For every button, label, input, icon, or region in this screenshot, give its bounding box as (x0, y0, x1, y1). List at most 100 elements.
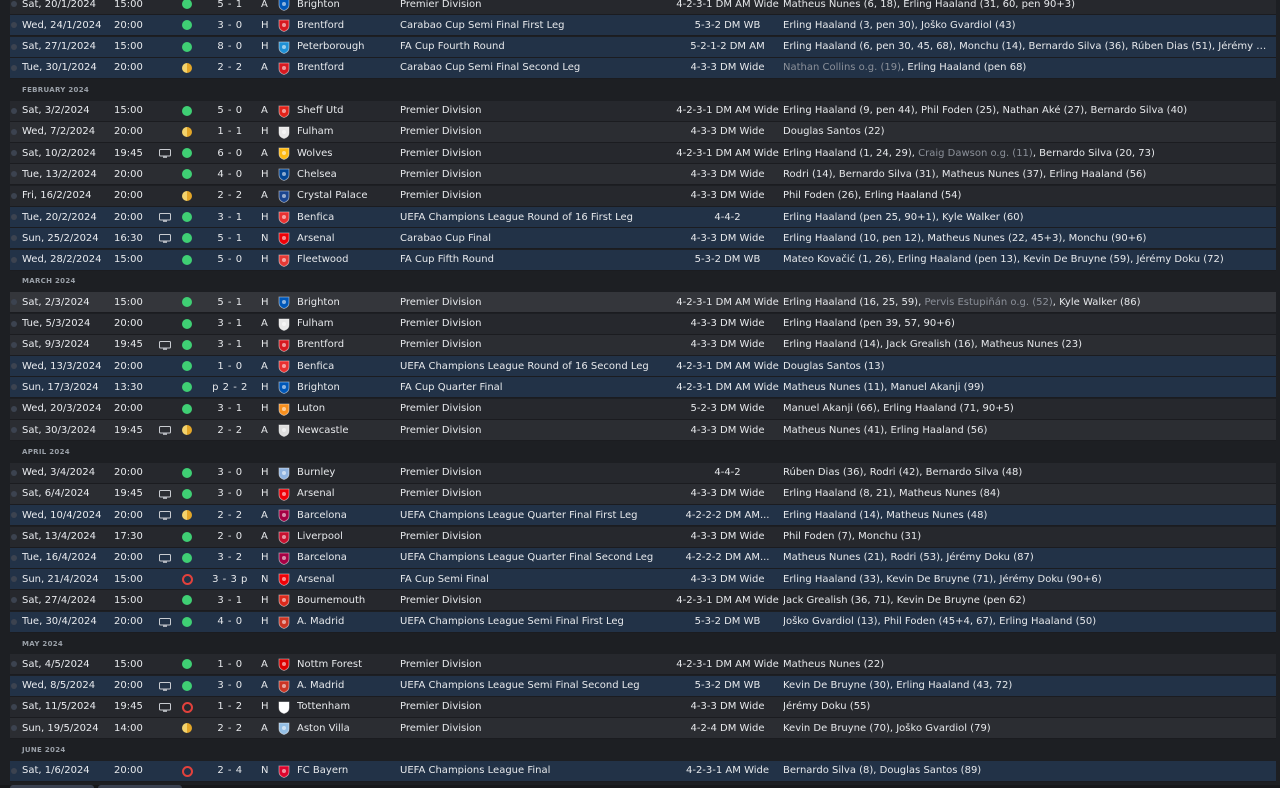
match-row[interactable]: Tue, 13/2/2024 20:00 4 - 0 H Chelsea Premier … (10, 164, 1276, 186)
row-handle-icon[interactable] (11, 363, 17, 370)
row-handle-icon[interactable] (11, 405, 17, 412)
row-handle-icon[interactable] (11, 214, 17, 220)
match-row[interactable]: Sun, 25/2/2024 16:30 5 - 1 N Arsenal Carabao … (10, 228, 1276, 250)
opponent-name[interactable]: Crystal Palace (297, 190, 397, 201)
opponent-name[interactable]: Tottenham (297, 701, 397, 712)
competition-name[interactable]: Carabao Cup Final (400, 233, 675, 244)
competition-name[interactable]: UEFA Champions League Final (400, 765, 675, 776)
row-handle-icon[interactable] (11, 64, 17, 71)
match-row[interactable]: Sat, 20/1/2024 15:00 5 - 1 A Brighton Premier… (10, 0, 1276, 15)
match-row[interactable]: Sat, 9/3/2024 19:45 3 - 1 H Brentford Premier… (10, 334, 1276, 356)
match-row[interactable]: Wed, 28/2/2024 15:00 5 - 0 H Fleetwood FA Cup… (10, 249, 1276, 271)
row-handle-icon[interactable] (11, 427, 17, 433)
opponent-name[interactable]: Fleetwood (297, 254, 397, 265)
match-row[interactable]: Sat, 2/3/2024 15:00 5 - 1 H Brighton Premier … (10, 292, 1276, 314)
competition-name[interactable]: Premier Division (400, 0, 675, 10)
row-handle-icon[interactable] (11, 661, 17, 668)
row-handle-icon[interactable] (11, 256, 17, 263)
opponent-name[interactable]: Nottm Forest (297, 659, 397, 670)
match-row[interactable]: Tue, 20/2/2024 20:00 3 - 1 H Benfica UEFA Cha… (10, 207, 1276, 228)
competition-name[interactable]: UEFA Champions League Quarter Final Firs… (400, 510, 675, 521)
match-row[interactable]: Tue, 30/4/2024 20:00 4 - 0 H A. Madrid UEFA C… (10, 611, 1276, 633)
match-row[interactable]: Wed, 24/1/2024 20:00 3 - 0 H Brentford Caraba… (10, 15, 1276, 37)
opponent-name[interactable]: A. Madrid (297, 680, 397, 691)
competition-name[interactable]: Carabao Cup Semi Final Second Leg (400, 62, 675, 73)
row-handle-icon[interactable] (11, 107, 17, 114)
row-handle-icon[interactable] (11, 171, 17, 178)
competition-name[interactable]: Premier Division (400, 403, 675, 414)
competition-name[interactable]: UEFA Champions League Round of 16 First … (400, 212, 675, 223)
row-handle-icon[interactable] (11, 43, 17, 50)
row-handle-icon[interactable] (11, 490, 17, 497)
match-row[interactable]: Wed, 8/5/2024 20:00 3 - 0 A A. Madrid UEFA Ch… (10, 675, 1276, 697)
competition-name[interactable]: UEFA Champions League Semi Final First L… (400, 616, 675, 627)
match-row[interactable]: Sat, 10/2/2024 19:45 6 - 0 A Wolves Premier D… (10, 143, 1276, 165)
opponent-name[interactable]: Brighton (297, 0, 397, 10)
opponent-name[interactable]: Barcelona (297, 510, 397, 521)
opponent-name[interactable]: Peterborough (297, 41, 397, 52)
match-row[interactable]: Sat, 27/1/2024 15:00 8 - 0 H Peterborough FA … (10, 36, 1276, 58)
opponent-name[interactable]: Liverpool (297, 531, 397, 542)
opponent-name[interactable]: FC Bayern (297, 765, 397, 776)
row-handle-icon[interactable] (11, 512, 17, 519)
competition-name[interactable]: UEFA Champions League Round of 16 Second… (400, 361, 675, 372)
competition-name[interactable]: Premier Division (400, 425, 675, 436)
match-row[interactable]: Sun, 17/3/2024 13:30 p 2 - 2 H Brighton FA Cu… (10, 377, 1276, 399)
competition-name[interactable]: Premier Division (400, 467, 675, 478)
row-handle-icon[interactable] (11, 128, 17, 135)
opponent-name[interactable]: Brighton (297, 297, 397, 308)
match-row[interactable]: Sat, 30/3/2024 19:45 2 - 2 A Newcastle Premie… (10, 420, 1276, 441)
row-handle-icon[interactable] (11, 384, 17, 391)
opponent-name[interactable]: Benfica (297, 361, 397, 372)
match-row[interactable]: Fri, 16/2/2024 20:00 2 - 2 A Crystal Palace P… (10, 185, 1276, 207)
competition-name[interactable]: Carabao Cup Semi Final First Leg (400, 20, 675, 31)
match-row[interactable]: Wed, 13/3/2024 20:00 1 - 0 A Benfica UEFA Cha… (10, 356, 1276, 378)
row-handle-icon[interactable] (11, 150, 17, 157)
match-row[interactable]: Sun, 21/4/2024 15:00 3 - 3 p N Arsenal FA Cup… (10, 569, 1276, 591)
opponent-name[interactable]: Fulham (297, 318, 397, 329)
row-handle-icon[interactable] (11, 725, 17, 732)
competition-name[interactable]: UEFA Champions League Semi Final Second … (400, 680, 675, 691)
match-row[interactable]: Sat, 27/4/2024 15:00 3 - 1 H Bournemouth Prem… (10, 590, 1276, 612)
competition-name[interactable]: Premier Division (400, 488, 675, 499)
opponent-name[interactable]: Chelsea (297, 169, 397, 180)
row-handle-icon[interactable] (11, 1, 17, 7)
row-handle-icon[interactable] (11, 767, 17, 774)
competition-name[interactable]: FA Cup Fifth Round (400, 254, 675, 265)
row-handle-icon[interactable] (11, 533, 17, 540)
opponent-name[interactable]: Benfica (297, 212, 397, 223)
row-handle-icon[interactable] (11, 682, 17, 689)
opponent-name[interactable]: Brentford (297, 62, 397, 73)
match-row[interactable]: Sat, 6/4/2024 19:45 3 - 0 H Arsenal Premier D… (10, 483, 1276, 505)
match-row[interactable]: Sat, 13/4/2024 17:30 2 - 0 A Liverpool Premie… (10, 526, 1276, 548)
opponent-name[interactable]: Wolves (297, 148, 397, 159)
opponent-name[interactable]: Barcelona (297, 552, 397, 563)
competition-name[interactable]: Premier Division (400, 148, 675, 159)
opponent-name[interactable]: Sheff Utd (297, 105, 397, 116)
competition-name[interactable]: Premier Division (400, 531, 675, 542)
competition-name[interactable]: Premier Division (400, 701, 675, 712)
opponent-name[interactable]: Aston Villa (297, 723, 397, 734)
opponent-name[interactable]: Brighton (297, 382, 397, 393)
match-row[interactable]: Sun, 19/5/2024 14:00 2 - 2 A Aston Villa Prem… (10, 718, 1276, 740)
competition-name[interactable]: Premier Division (400, 126, 675, 137)
row-handle-icon[interactable] (11, 618, 17, 625)
opponent-name[interactable]: Arsenal (297, 233, 397, 244)
match-row[interactable]: Tue, 16/4/2024 20:00 3 - 2 H Barcelona UEFA C… (10, 547, 1276, 569)
competition-name[interactable]: FA Cup Fourth Round (400, 41, 675, 52)
row-handle-icon[interactable] (11, 192, 17, 199)
opponent-name[interactable]: Burnley (297, 467, 397, 478)
competition-name[interactable]: Premier Division (400, 659, 675, 670)
row-handle-icon[interactable] (11, 576, 17, 583)
row-handle-icon[interactable] (11, 469, 17, 476)
competition-name[interactable]: Premier Division (400, 339, 675, 350)
match-row[interactable]: Sat, 3/2/2024 15:00 5 - 0 A Sheff Utd Premier… (10, 100, 1276, 122)
competition-name[interactable]: Premier Division (400, 318, 675, 329)
opponent-name[interactable]: Bournemouth (297, 595, 397, 606)
match-row[interactable]: Wed, 3/4/2024 20:00 3 - 0 H Burnley Premier D… (10, 462, 1276, 484)
competition-name[interactable]: UEFA Champions League Quarter Final Seco… (400, 552, 675, 563)
competition-name[interactable]: Premier Division (400, 297, 675, 308)
match-row[interactable]: Tue, 5/3/2024 20:00 3 - 1 A Fulham Premier Di… (10, 313, 1276, 335)
opponent-name[interactable]: Arsenal (297, 488, 397, 499)
match-row[interactable]: Tue, 30/1/2024 20:00 2 - 2 A Brentford Caraba… (10, 57, 1276, 79)
